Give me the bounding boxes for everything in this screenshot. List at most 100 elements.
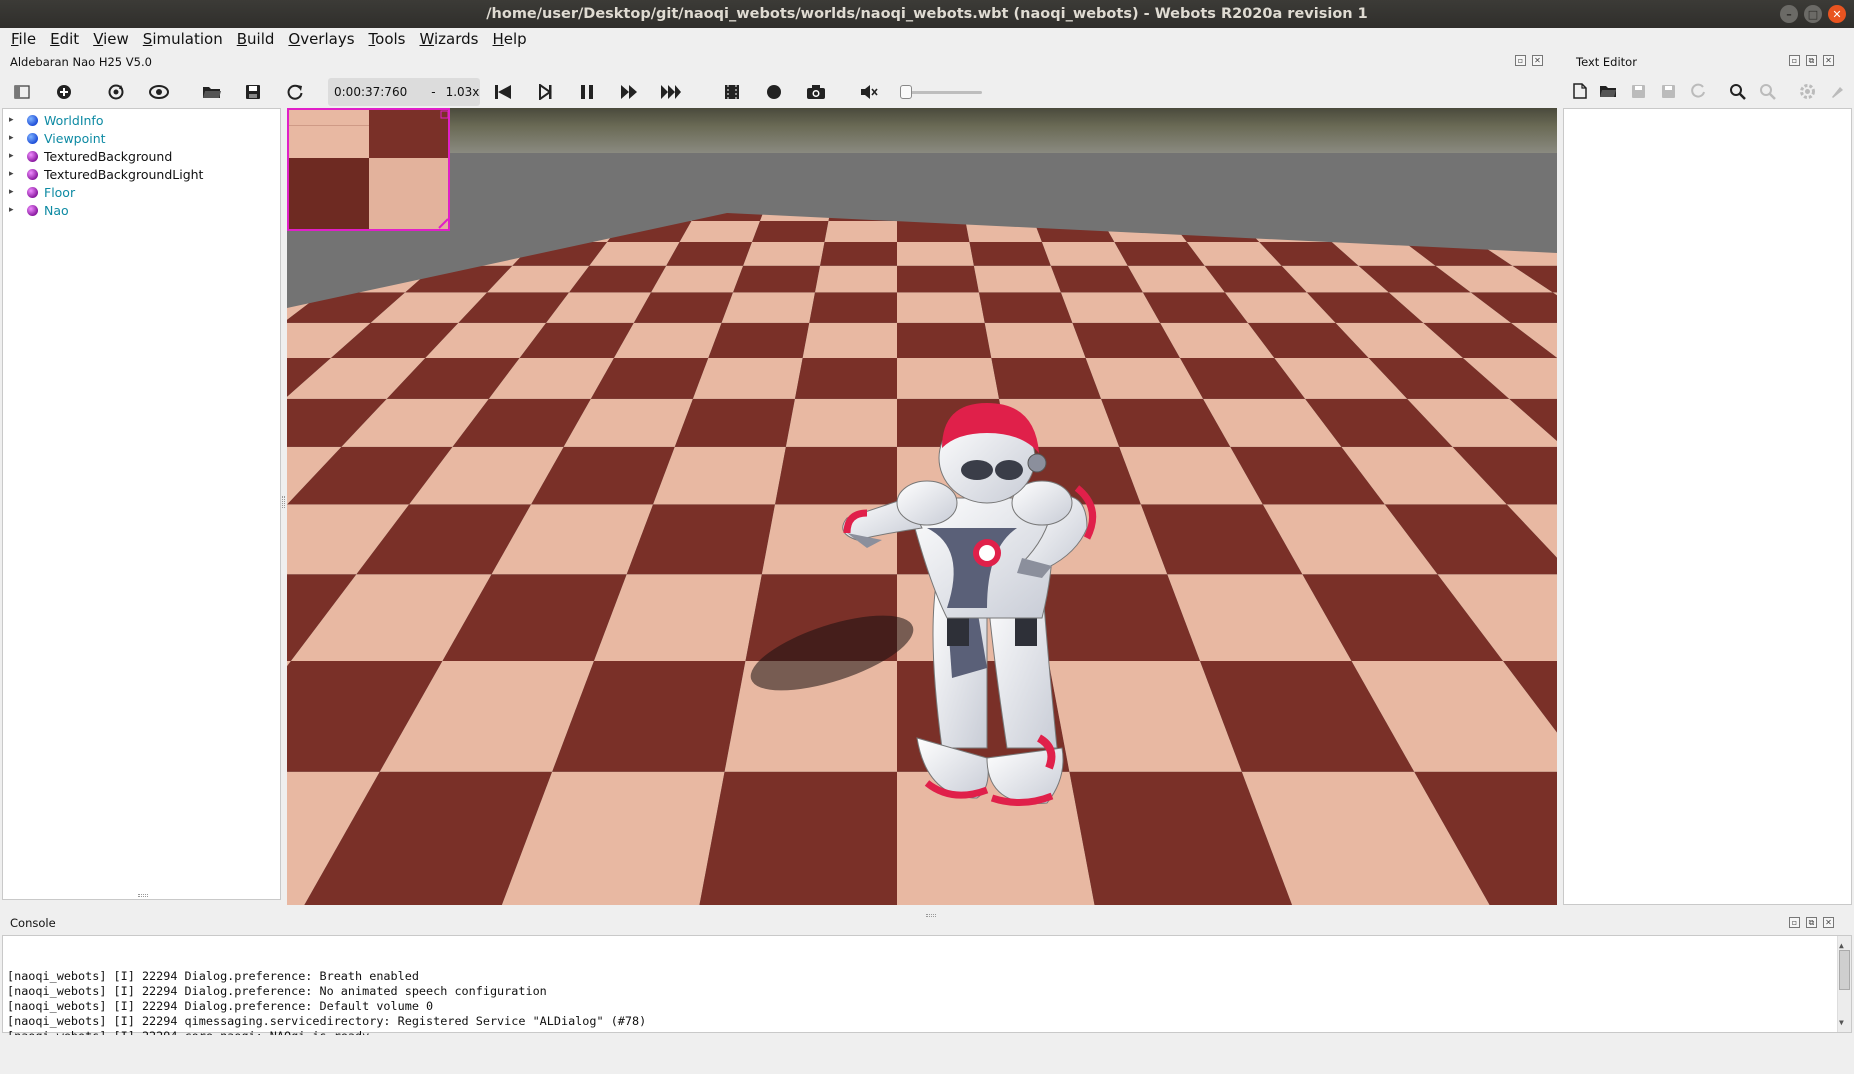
time-separator: -	[431, 85, 435, 99]
menu-wizards[interactable]: Wizards	[413, 30, 486, 48]
menu-overlays[interactable]: Overlays	[281, 30, 361, 48]
3d-view[interactable]	[287, 108, 1557, 905]
new-file-icon[interactable]	[1569, 80, 1591, 102]
floor-tile	[969, 242, 1050, 266]
floor-tile	[825, 221, 897, 242]
expand-arrow-icon[interactable]: ▸	[9, 169, 27, 179]
tree-node-texturedbackgroundlight[interactable]: ▸ TexturedBackgroundLight	[3, 165, 280, 183]
expand-arrow-icon[interactable]: ▸	[9, 151, 27, 161]
menu-file[interactable]: File	[4, 30, 43, 48]
window-titlebar: /home/user/Desktop/git/naoqi_webots/worl…	[0, 0, 1854, 28]
revert-file-icon[interactable]	[1687, 80, 1709, 102]
sky-background	[287, 108, 1557, 153]
console-output[interactable]: [naoqi_webots] [I] 22294 Dialog.preferen…	[2, 935, 1852, 1033]
floor-tile	[675, 399, 795, 447]
tree-node-texturedbackground[interactable]: ▸ TexturedBackground	[3, 147, 280, 165]
expand-arrow-icon[interactable]: ▸	[9, 133, 27, 143]
clean-brush-icon[interactable]	[1826, 80, 1848, 102]
save-as-icon[interactable]	[1657, 80, 1679, 102]
console-line: [naoqi_webots] [I] 22294 Dialog.preferen…	[7, 969, 1847, 984]
tree-node-floor[interactable]: ▸ Floor	[3, 183, 280, 201]
save-world-icon[interactable]	[241, 80, 265, 104]
console-scrollbar[interactable]: ▲ ▼	[1837, 936, 1851, 1032]
splitter-handle[interactable]	[138, 894, 148, 897]
tree-node-label: TexturedBackground	[44, 149, 172, 164]
reset-simulation-icon[interactable]	[491, 80, 515, 104]
floor-tile	[666, 242, 752, 266]
step-icon[interactable]	[533, 80, 557, 104]
reload-world-icon[interactable]	[283, 80, 307, 104]
maximize-dock-icon[interactable]: ⧉	[1806, 917, 1817, 928]
simulation-time-display: 0:00:37:760 - 1.03x	[328, 78, 480, 106]
screenshot-camera-icon[interactable]	[804, 80, 828, 104]
maximize-icon[interactable]: □	[1804, 5, 1822, 23]
scroll-thumb[interactable]	[1839, 950, 1850, 990]
tree-node-viewpoint[interactable]: ▸Viewpoint	[3, 129, 280, 147]
floor-tile	[693, 358, 803, 399]
mute-sound-icon[interactable]	[857, 80, 881, 104]
left-splitter-handle[interactable]	[282, 496, 285, 508]
open-file-icon[interactable]	[1597, 80, 1619, 102]
open-world-icon[interactable]	[200, 80, 224, 104]
float-dock-icon[interactable]: ▫	[1789, 917, 1800, 928]
scroll-down-icon[interactable]: ▼	[1839, 1015, 1844, 1030]
volume-slider-handle[interactable]	[900, 85, 912, 99]
maximize-dock-icon[interactable]: ⧉	[1806, 55, 1817, 66]
save-file-icon[interactable]	[1627, 80, 1649, 102]
menu-help[interactable]: Help	[486, 30, 534, 48]
console-line: [naoqi_webots] [I] 22294 Dialog.preferen…	[7, 999, 1847, 1014]
node-type-icon	[27, 169, 38, 180]
float-dock-icon[interactable]: ▫	[1789, 55, 1800, 66]
text-editor-header: Text Editor	[1576, 53, 1637, 71]
bottom-splitter-handle[interactable]	[926, 914, 936, 917]
close-dock-icon[interactable]: ✕	[1823, 917, 1834, 928]
status-bar	[0, 1035, 1854, 1053]
toggle-scene-tree-icon[interactable]	[10, 80, 34, 104]
camera-overlay[interactable]	[288, 109, 449, 230]
menu-edit[interactable]: Edit	[43, 30, 86, 48]
floor-tile	[733, 266, 820, 293]
floor-tile	[795, 358, 897, 399]
tree-node-worldinfo[interactable]: ▸WorldInfo	[3, 111, 280, 129]
floor-tile	[634, 292, 733, 322]
window-title: /home/user/Desktop/git/naoqi_webots/worl…	[486, 6, 1368, 22]
find-replace-icon[interactable]	[1756, 80, 1778, 102]
menu-tools[interactable]: Tools	[362, 30, 413, 48]
build-gear-icon[interactable]	[1796, 80, 1818, 102]
text-editor-area[interactable]	[1563, 108, 1852, 905]
reset-simulation-view-icon[interactable]	[104, 80, 128, 104]
expand-arrow-icon[interactable]: ▸	[9, 205, 27, 215]
node-type-icon	[27, 187, 38, 198]
find-icon[interactable]	[1726, 80, 1748, 102]
simulation-speed: 1.03x	[446, 85, 480, 99]
menu-bar: FileEditViewSimulationBuildOverlaysTools…	[0, 28, 1854, 50]
expand-arrow-icon[interactable]: ▸	[9, 115, 27, 125]
run-real-time-icon[interactable]	[617, 80, 641, 104]
fast-mode-icon[interactable]	[659, 80, 683, 104]
floor-tile	[1042, 242, 1128, 266]
tree-node-label: TexturedBackgroundLight	[44, 167, 203, 182]
close-dock-icon[interactable]: ✕	[1823, 55, 1834, 66]
volume-slider-track[interactable]	[902, 91, 982, 94]
minimize-icon[interactable]: –	[1780, 5, 1798, 23]
pause-icon[interactable]	[575, 80, 599, 104]
node-type-icon	[27, 151, 38, 162]
float-dock-icon[interactable]: ▫	[1515, 55, 1526, 66]
scene-tree[interactable]: ▸WorldInfo▸Viewpoint▸TexturedBackground▸…	[2, 108, 281, 900]
menu-build[interactable]: Build	[230, 30, 282, 48]
close-icon[interactable]: ✕	[1828, 5, 1846, 23]
floor-tile	[651, 266, 743, 293]
expand-arrow-icon[interactable]: ▸	[9, 187, 27, 197]
record-movie-icon[interactable]	[762, 80, 786, 104]
menu-simulation[interactable]: Simulation	[136, 30, 230, 48]
floor-tile	[708, 323, 809, 358]
add-node-icon[interactable]	[52, 80, 76, 104]
menu-view[interactable]: View	[86, 30, 136, 48]
tree-node-label: Floor	[44, 185, 75, 200]
floor-tile	[680, 221, 760, 242]
floor-tile	[786, 399, 897, 447]
view-eye-icon[interactable]	[147, 80, 171, 104]
tree-node-nao[interactable]: ▸Nao	[3, 201, 280, 219]
close-dock-icon[interactable]: ✕	[1532, 55, 1543, 66]
rendering-toggle-icon[interactable]	[720, 80, 744, 104]
